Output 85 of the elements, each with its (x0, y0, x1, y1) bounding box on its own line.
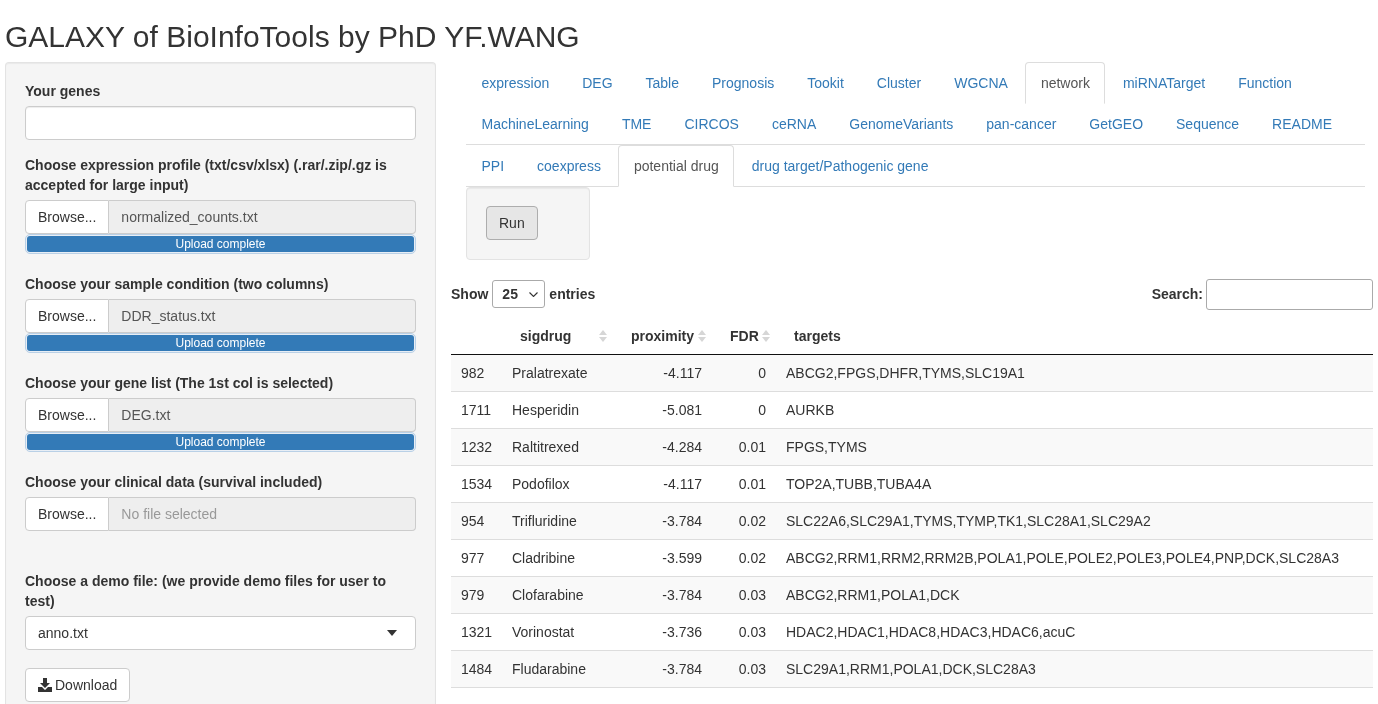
field-label: Choose your gene list (The 1st col is selected) (25, 374, 335, 393)
table-cell: SLC22A6,SLC29A1,TYMS,TYMP,TK1,SLC28A1,SLC29A2 (776, 502, 1373, 540)
search-label: Search: (1151, 285, 1203, 304)
tab[interactable]: README (1256, 103, 1348, 145)
file-name-field: DDR_status.txt (109, 299, 416, 333)
column-header: targets (776, 318, 1373, 355)
table-cell: 0.01 (712, 428, 776, 466)
file-name-field: DEG.txt (109, 398, 416, 432)
download-icon (38, 678, 52, 692)
table-cell: Pralatrexate (502, 354, 613, 392)
tab[interactable]: miRNATarget (1107, 62, 1221, 104)
progress-label: Upload complete (175, 336, 266, 350)
table-cell: 982 (451, 354, 502, 392)
browse-button[interactable]: Browse... (25, 398, 110, 432)
run-button[interactable]: Run (486, 206, 538, 240)
tab[interactable]: Function (1222, 62, 1308, 104)
table-cell: 0 (712, 354, 776, 392)
tab[interactable]: pan-cancer (970, 103, 1072, 145)
column-header[interactable]: proximity (613, 318, 712, 355)
tab[interactable]: ceRNA (756, 103, 832, 145)
table-cell: ABCG2,FPGS,DHFR,TYMS,SLC19A1 (776, 354, 1373, 392)
browse-button[interactable]: Browse... (25, 200, 110, 234)
field-label: Choose a demo file: (we provide demo files for user to test) (25, 572, 387, 611)
search-field[interactable] (1206, 278, 1373, 310)
table-cell: FPGS,TYMS (776, 428, 1373, 466)
sort-icon (762, 329, 770, 343)
tab[interactable]: Table (630, 62, 695, 104)
table-cell: Clofarabine (502, 576, 613, 614)
table-cell: 0.02 (712, 502, 776, 540)
progress-label: Upload complete (175, 237, 266, 251)
show-label: Show (451, 285, 489, 304)
tab[interactable]: TME (606, 103, 667, 145)
tab[interactable]: CIRCOS (668, 103, 755, 145)
tab[interactable]: coexpress (521, 145, 617, 187)
table-cell: Fludarabine (502, 650, 613, 688)
demo-file-select[interactable]: anno.txt (25, 616, 416, 650)
table-cell: -3.784 (613, 650, 712, 688)
column-header[interactable]: FDR (712, 318, 776, 355)
text-field[interactable] (25, 106, 416, 140)
browse-button[interactable]: Browse... (25, 299, 110, 333)
table-cell: -4.284 (613, 428, 712, 466)
browse-button[interactable]: Browse... (25, 497, 110, 531)
table-cell: 1484 (451, 650, 502, 688)
table-cell: ABCG2,RRM1,POLA1,DCK (776, 576, 1373, 614)
table-cell: SLC29A1,RRM1,POLA1,DCK,SLC28A3 (776, 650, 1373, 688)
tab[interactable]: drug target/Pathogenic gene (736, 145, 944, 187)
tab[interactable]: GenomeVariants (833, 103, 969, 145)
tab[interactable]: MachineLearning (466, 103, 605, 145)
table-cell: Raltitrexed (502, 428, 613, 466)
tab[interactable]: Prognosis (696, 62, 790, 104)
tab[interactable]: Cluster (861, 62, 937, 104)
entries-label: entries (549, 285, 596, 304)
table-cell: -3.784 (613, 502, 712, 540)
table-cell: -3.784 (613, 576, 712, 614)
table-cell: 0.03 (712, 650, 776, 688)
table-cell: Trifluridine (502, 502, 613, 540)
table-cell: 954 (451, 502, 502, 540)
column-header[interactable]: sigdrug (502, 318, 613, 355)
tab[interactable]: network (1025, 62, 1106, 104)
download-button[interactable]: Download (25, 668, 131, 702)
page-title: GALAXY of BioInfoTools by PhD YF.WANG (5, 20, 580, 53)
field-label: Choose your sample condition (two columns) (25, 275, 330, 294)
table-cell: 979 (451, 576, 502, 614)
sort-icon (599, 329, 607, 343)
tab[interactable]: PPI (466, 145, 520, 187)
file-name-field: No file selected (109, 497, 416, 531)
caret-icon (387, 630, 397, 636)
progress-label: Upload complete (175, 435, 266, 449)
table-cell: 0.03 (712, 576, 776, 614)
tab[interactable]: Sequence (1160, 103, 1255, 145)
sort-icon (698, 329, 706, 343)
tab[interactable]: potential drug (618, 145, 735, 187)
tab[interactable]: Tookit (791, 62, 860, 104)
chevron-icon (529, 291, 539, 297)
tab[interactable]: GetGEO (1073, 103, 1159, 145)
field-label: Your genes (25, 82, 102, 101)
field-label: Choose expression profile (txt/csv/xlsx) (.rar/.zip/.gz is accepted for large input) (25, 156, 388, 195)
table-cell: 1232 (451, 428, 502, 466)
table-cell: -4.117 (613, 354, 712, 392)
field-label: Choose your clinical data (survival included) (25, 473, 324, 492)
tab[interactable]: DEG (566, 62, 629, 104)
entries-select[interactable]: 25 (492, 280, 546, 308)
tab[interactable]: WGCNA (938, 62, 1024, 104)
tab[interactable]: expression (466, 62, 565, 104)
file-name-field: normalized_counts.txt (109, 200, 416, 234)
